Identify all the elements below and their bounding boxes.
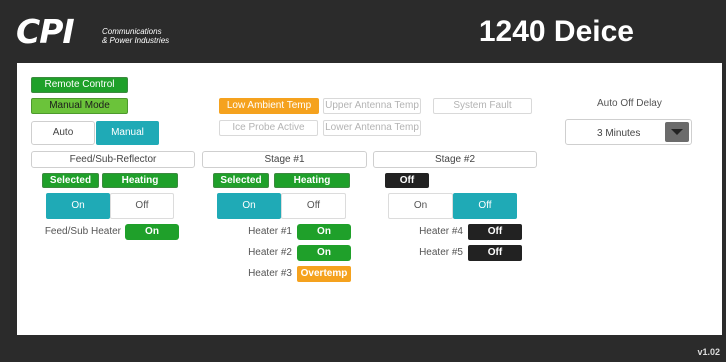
feed-selected-badge: Selected [42,173,99,188]
logo-company-name: Communications & Power Industries [102,27,169,45]
auto-off-delay-value: 3 Minutes [597,128,641,139]
stage2-section-header: Stage #2 [373,151,537,168]
stage1-on-button[interactable]: On [217,193,281,219]
control-panel: Remote Control Manual Mode Auto Manual L… [17,63,722,335]
heater-2-label: Heater #2 [248,247,292,258]
stage1-heating-badge: Heating [274,173,350,188]
heater-1-label: Heater #1 [248,226,292,237]
heater-5-label: Heater #5 [419,247,463,258]
stage1-off-button[interactable]: Off [281,193,346,219]
chevron-down-icon[interactable] [665,122,689,142]
lower-antenna-temp-alarm: Lower Antenna Temp [323,120,421,136]
page-title: 1240 Deice [478,15,634,48]
manual-mode-button[interactable]: Manual [96,121,159,145]
logo-line-2: & Power Industries [102,36,170,45]
logo-mark: CPI [16,12,75,51]
auto-off-delay-select[interactable]: 3 Minutes [565,119,692,145]
auto-off-delay-label: Auto Off Delay [597,98,662,109]
remote-control-indicator: Remote Control [31,77,128,93]
heater-1-state: On [297,224,351,240]
feed-sub-heater-state: On [125,224,179,240]
heater-2-state: On [297,245,351,261]
heater-5-state: Off [468,245,522,261]
heater-4-state: Off [468,224,522,240]
stage2-on-button[interactable]: On [388,193,453,219]
stage1-selected-badge: Selected [213,173,269,188]
feed-heating-badge: Heating [102,173,178,188]
ice-probe-active-alarm: Ice Probe Active [219,120,318,136]
heater-3-label: Heater #3 [248,268,292,279]
stage2-status-badge: Off [385,173,429,188]
stage2-off-button[interactable]: Off [453,193,517,219]
feed-section-header: Feed/Sub-Reflector [31,151,195,168]
auto-mode-button[interactable]: Auto [31,121,95,145]
manual-mode-indicator: Manual Mode [31,98,128,114]
version-label: v1.02 [697,347,720,357]
feed-sub-heater-label: Feed/Sub Heater [44,226,121,237]
low-ambient-temp-alarm: Low Ambient Temp [219,98,319,114]
heater-4-label: Heater #4 [419,226,463,237]
app-footer: v1.02 [0,337,726,362]
system-fault-alarm: System Fault [433,98,532,114]
stage1-section-header: Stage #1 [202,151,367,168]
heater-3-state: Overtemp [297,266,351,282]
feed-on-button[interactable]: On [46,193,110,219]
cpi-logo: CPI Communications & Power Industries [16,14,186,50]
logo-line-1: Communications [102,27,162,36]
feed-off-button[interactable]: Off [110,193,174,219]
app-header: CPI Communications & Power Industries 12… [0,0,726,60]
upper-antenna-temp-alarm: Upper Antenna Temp [323,98,421,114]
